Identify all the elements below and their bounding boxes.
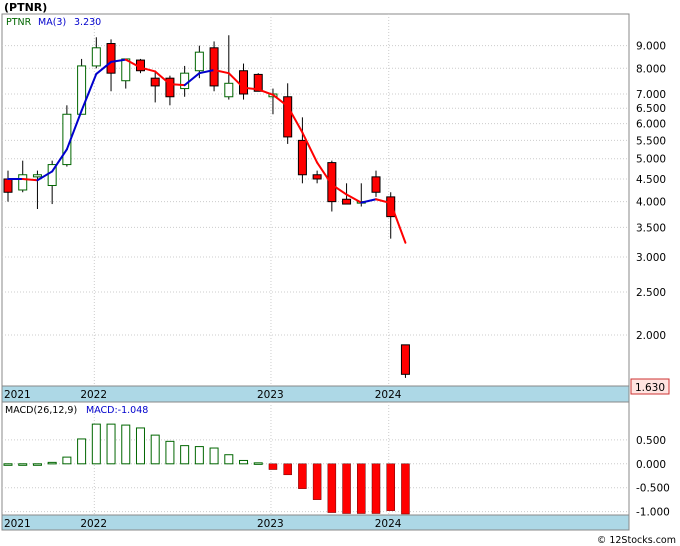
macd-bar <box>135 427 145 465</box>
macd-bar <box>3 463 13 466</box>
macd-bar <box>150 434 160 465</box>
candle-body <box>239 70 249 95</box>
last-price-label: 1.630 <box>635 382 665 394</box>
macd-bar <box>180 445 190 465</box>
macd-bar <box>253 462 263 465</box>
macd-bar <box>401 463 410 515</box>
candle-body <box>400 344 410 375</box>
ma-line-segment <box>21 177 39 182</box>
macd-bar <box>342 463 351 514</box>
stock-chart: 9.000 8.000 7.000 6.500 6.000 5.500 5.000 4.500… <box>1 1 676 546</box>
candle-body <box>386 196 396 218</box>
macd-bar <box>91 423 101 465</box>
price-tick-label: 2.500 <box>636 287 666 299</box>
macd-tick-label: -1.000 <box>636 507 670 519</box>
candle-body <box>77 65 87 115</box>
price-tick-label: 2.000 <box>636 330 666 342</box>
macd-bar <box>386 463 395 511</box>
macd-axis: 0.500 0.000 -0.500 -1.000 <box>636 435 670 519</box>
price-tick-label: 8.000 <box>636 63 666 75</box>
macd-bar <box>371 463 381 514</box>
chart-title: (PTNR) <box>4 1 47 14</box>
macd-year-label: 2024 <box>375 518 402 530</box>
macd-bar <box>312 463 322 500</box>
ma-label: MA(3) <box>38 17 66 28</box>
macd-value-label: MACD:-1.048 <box>86 405 148 416</box>
macd-bar <box>32 463 42 466</box>
macd-year-label: 2021 <box>4 518 31 530</box>
macd-bar <box>77 438 87 465</box>
price-tick-label: 3.500 <box>636 222 666 234</box>
ma-value: 3.230 <box>74 17 101 28</box>
macd-tick-label: -0.500 <box>636 483 670 495</box>
candle-body <box>312 174 322 180</box>
candle-body <box>91 47 101 67</box>
candle-body <box>18 174 28 191</box>
macd-bar <box>62 456 72 465</box>
macd-bar <box>194 446 204 465</box>
macd-tick-label: 0.000 <box>636 459 666 471</box>
macd-bar <box>209 447 219 465</box>
candle-body <box>3 178 13 193</box>
macd-bar <box>165 440 175 465</box>
price-panel <box>1 13 630 403</box>
price-tick-label: 5.500 <box>636 135 666 147</box>
candle-body <box>297 139 307 176</box>
price-tick-label: 4.500 <box>636 174 666 186</box>
macd-bar <box>18 463 28 466</box>
price-year-label: 2024 <box>375 389 402 401</box>
macd-bar <box>283 463 292 476</box>
price-tick-label: 9.000 <box>636 41 666 53</box>
price-year-label: 2023 <box>257 389 284 401</box>
price-tick-label: 3.000 <box>636 252 666 264</box>
macd-bar <box>121 424 131 465</box>
macd-bar <box>106 423 116 465</box>
price-tick-label: 6.500 <box>636 103 666 115</box>
price-tick-label: 4.000 <box>636 197 666 209</box>
macd-bar <box>268 463 278 470</box>
macd-label: MACD(26,12,9) <box>5 405 77 416</box>
macd-bar <box>239 459 249 465</box>
ticker-label: PTNR <box>6 17 32 28</box>
candle-body <box>224 82 234 98</box>
price-year-label: 2021 <box>4 389 31 401</box>
candle-body <box>342 198 352 205</box>
candle-body <box>371 176 381 193</box>
price-tick-label: 5.000 <box>636 154 666 166</box>
candle-body <box>150 77 160 87</box>
watermark: © 12Stocks.com <box>597 535 676 546</box>
candle-body <box>106 43 116 74</box>
macd-year-label: 2022 <box>80 518 107 530</box>
candle-body <box>194 51 204 72</box>
macd-bar <box>298 463 307 489</box>
macd-bar <box>47 461 57 465</box>
macd-year-label: 2023 <box>257 518 284 530</box>
price-tick-label: 7.000 <box>636 89 666 101</box>
price-year-label: 2022 <box>80 389 107 401</box>
price-axis: 9.000 8.000 7.000 6.500 6.000 5.500 5.000 4.500… <box>636 41 666 342</box>
candle-body <box>32 174 42 178</box>
ma-line-segment <box>168 83 186 87</box>
candle-body <box>209 47 219 87</box>
chart-stage: 9.000 8.000 7.000 6.500 6.000 5.500 5.000 4.500… <box>0 0 680 546</box>
candle-body <box>180 72 190 90</box>
macd-tick-label: 0.500 <box>636 435 666 447</box>
price-tick-label: 6.000 <box>636 119 666 131</box>
macd-bar <box>224 454 234 465</box>
macd-bar <box>327 463 337 513</box>
macd-bar <box>357 463 366 514</box>
